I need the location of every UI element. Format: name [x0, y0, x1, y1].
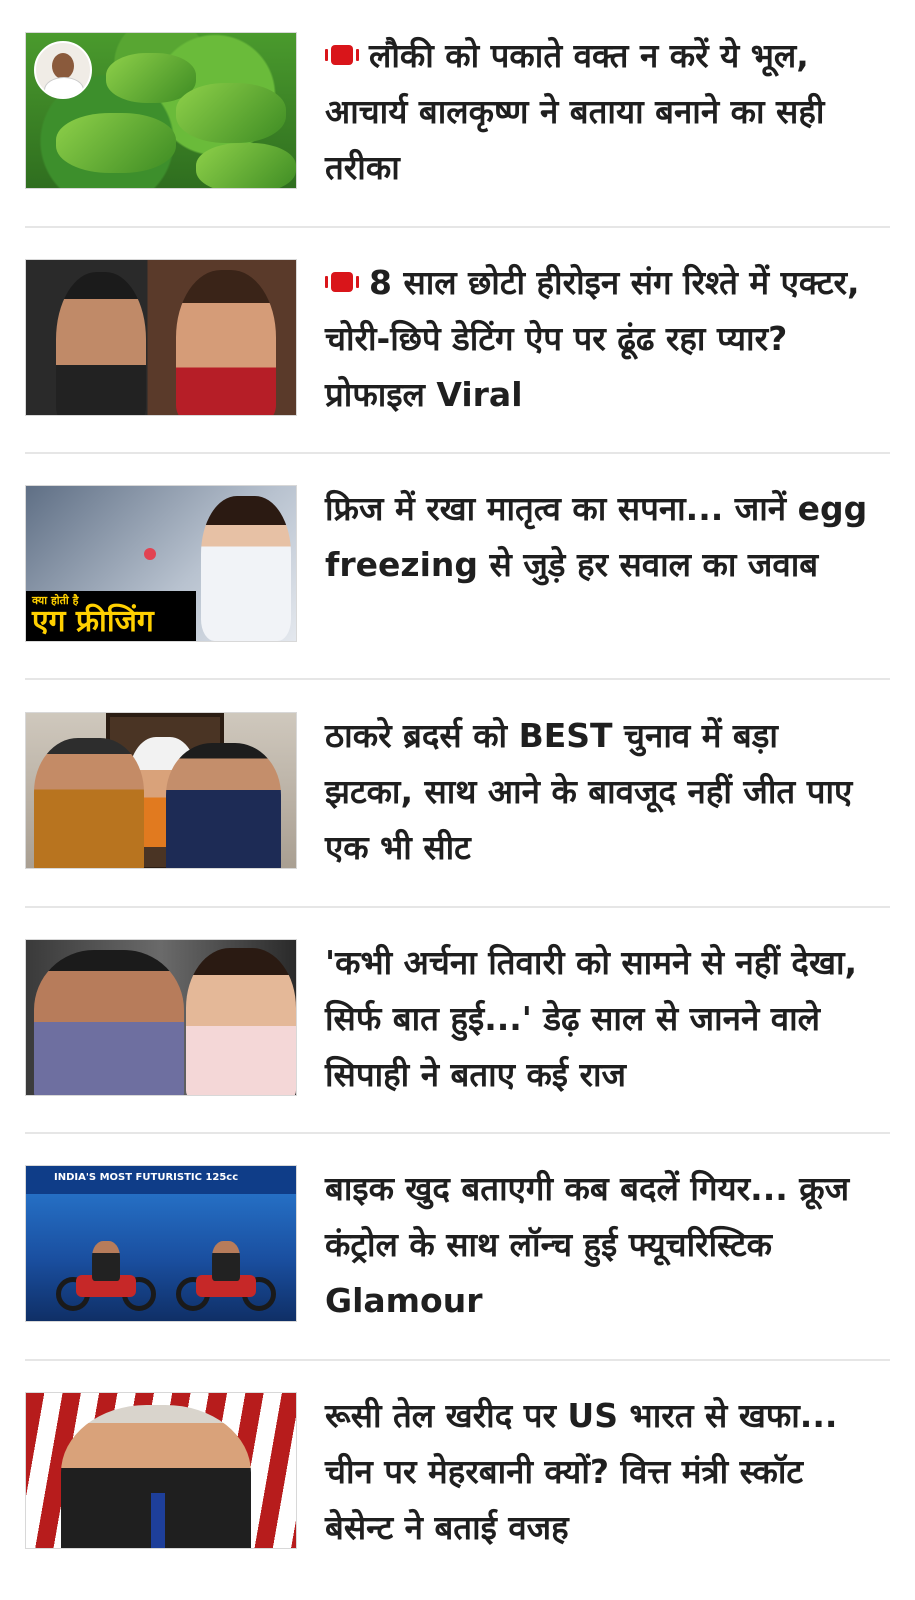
article-thumbnail[interactable] — [25, 259, 297, 416]
article-card[interactable]: क्या होती है एग फ्रीजिंग फ्रिज में रखा म… — [25, 485, 890, 645]
article-thumbnail[interactable] — [25, 1392, 297, 1549]
article-headline[interactable]: बाइक खुद बताएगी कब बदलें गियर... क्रूज क… — [325, 1161, 873, 1329]
article-headline[interactable]: ठाकरे ब्रदर्स को BEST चुनाव में बड़ा झटक… — [325, 708, 873, 876]
article-card[interactable]: रूसी तेल खरीद पर US भारत से खफा... चीन प… — [25, 1392, 890, 1552]
news-feed: लौकी को पकाते वक्त न करें ये भूल, आचार्य… — [0, 0, 915, 1600]
article-card[interactable]: लौकी को पकाते वक्त न करें ये भूल, आचार्य… — [25, 32, 890, 192]
divider — [25, 1132, 890, 1134]
divider — [25, 226, 890, 228]
divider — [25, 1359, 890, 1361]
thumbnail-label: क्या होती है एग फ्रीजिंग — [26, 591, 196, 641]
divider — [25, 452, 890, 454]
article-headline[interactable]: रूसी तेल खरीद पर US भारत से खफा... चीन प… — [325, 1388, 873, 1556]
article-headline[interactable]: फ्रिज में रखा मातृत्व का सपना... जानें e… — [325, 481, 873, 593]
article-card[interactable]: 8 साल छोटी हीरोइन संग रिश्ते में एक्टर, … — [25, 259, 890, 419]
article-headline[interactable]: 8 साल छोटी हीरोइन संग रिश्ते में एक्टर, … — [325, 255, 873, 423]
article-card[interactable]: ठाकरे ब्रदर्स को BEST चुनाव में बड़ा झटक… — [25, 712, 890, 872]
divider — [25, 906, 890, 908]
article-card[interactable]: 'कभी अर्चना तिवारी को सामने से नहीं देखा… — [25, 939, 890, 1099]
article-card[interactable]: INDIA'S MOST FUTURISTIC 125cc बाइक खुद ब… — [25, 1165, 890, 1325]
article-thumbnail[interactable] — [25, 939, 297, 1096]
article-headline[interactable]: 'कभी अर्चना तिवारी को सामने से नहीं देखा… — [325, 935, 873, 1103]
article-thumbnail[interactable]: INDIA'S MOST FUTURISTIC 125cc — [25, 1165, 297, 1322]
avatar — [34, 41, 92, 99]
article-thumbnail[interactable]: क्या होती है एग फ्रीजिंग — [25, 485, 297, 642]
video-camera-icon — [325, 271, 359, 292]
divider — [25, 678, 890, 680]
article-thumbnail[interactable] — [25, 32, 297, 189]
article-thumbnail[interactable] — [25, 712, 297, 869]
article-headline[interactable]: लौकी को पकाते वक्त न करें ये भूल, आचार्य… — [325, 28, 873, 196]
video-camera-icon — [325, 44, 359, 65]
